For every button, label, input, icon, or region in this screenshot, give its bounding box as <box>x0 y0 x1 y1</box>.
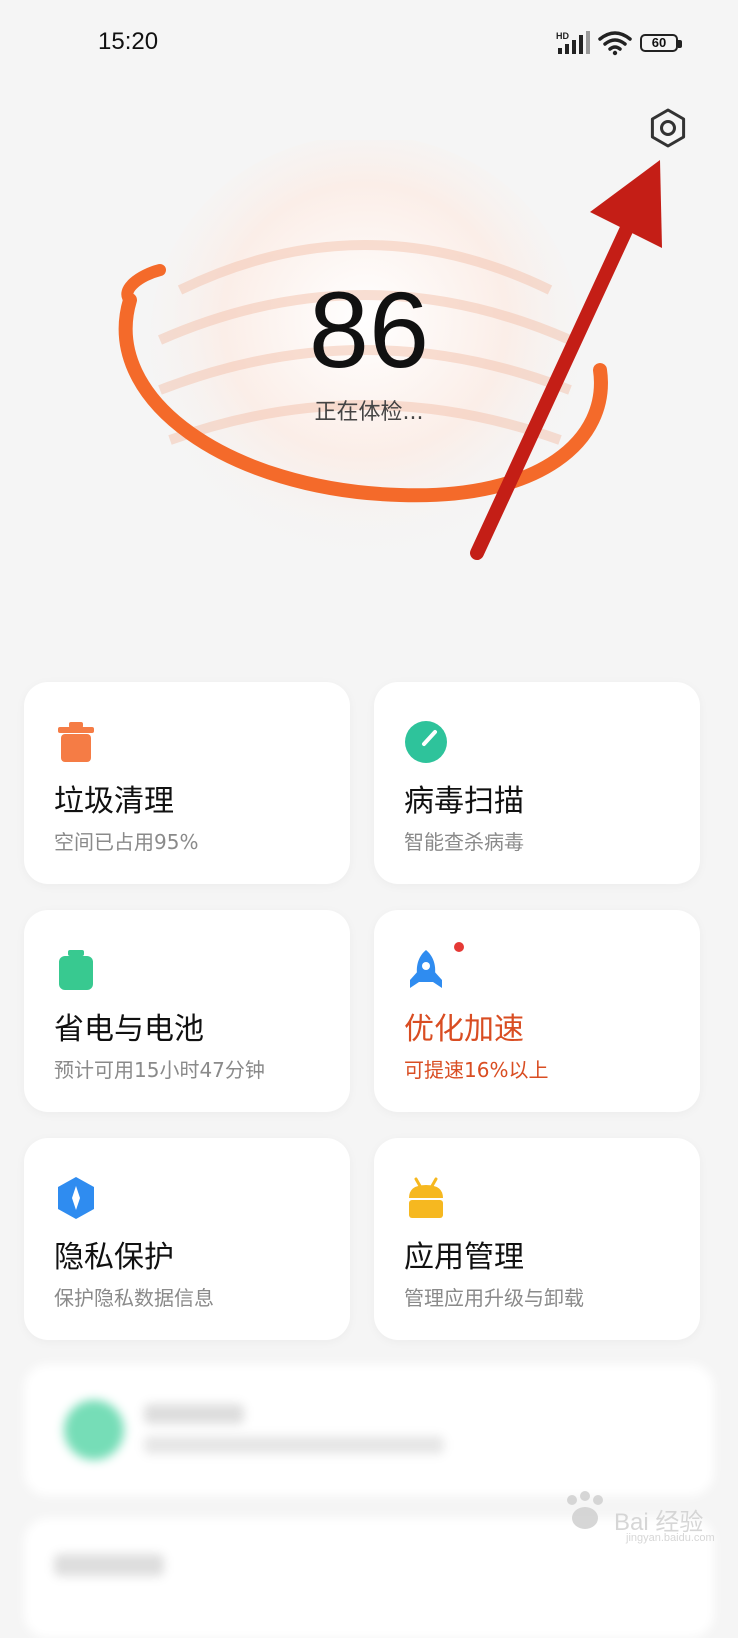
card-privacy-protection[interactable]: 隐私保护 保护隐私数据信息 <box>24 1138 350 1340</box>
shield-hexagon-icon <box>58 1177 94 1219</box>
card-title: 优化加速 <box>404 1012 524 1047</box>
status-bar: 15:20 HD 60 <box>0 0 738 90</box>
card-subtitle: 可提速16%以上 <box>404 1058 549 1082</box>
card-subtitle: 空间已占用95% <box>54 830 199 854</box>
network-type-label: HD <box>556 31 569 41</box>
wifi-icon <box>598 31 632 56</box>
card-title: 省电与电池 <box>54 1012 204 1047</box>
blurred-feature-card <box>24 1364 714 1496</box>
card-power-battery[interactable]: 省电与电池 预计可用15小时47分钟 <box>24 910 350 1112</box>
rocket-icon <box>410 950 442 988</box>
status-time: 15:20 <box>98 28 159 55</box>
gear-hexagon-icon <box>650 108 686 148</box>
battery-level: 60 <box>651 35 667 50</box>
card-title: 病毒扫描 <box>404 784 524 819</box>
trash-can-icon <box>58 722 94 762</box>
card-title: 垃圾清理 <box>54 784 174 819</box>
watermark-url: jingyan.baidu.com <box>626 1532 715 1544</box>
notification-dot <box>454 942 464 952</box>
baidu-watermark: Bai 经验 jingyan.baidu.com <box>552 1486 715 1546</box>
card-junk-cleanup[interactable]: 垃圾清理 空间已占用95% <box>24 682 350 884</box>
card-subtitle: 管理应用升级与卸载 <box>404 1286 584 1310</box>
card-subtitle: 智能查杀病毒 <box>404 830 524 854</box>
card-subtitle: 预计可用15小时47分钟 <box>54 1058 265 1082</box>
card-title: 隐私保护 <box>54 1240 174 1275</box>
card-app-management[interactable]: 应用管理 管理应用升级与卸载 <box>374 1138 700 1340</box>
scan-status-text: 正在体检... <box>314 400 424 425</box>
android-app-icon <box>409 1177 443 1218</box>
cellular-signal-icon: HD <box>556 31 590 54</box>
scan-gauge-icon <box>405 721 447 763</box>
battery-indicator: 60 <box>640 34 684 56</box>
battery-icon <box>59 950 93 990</box>
card-subtitle: 保护隐私数据信息 <box>54 1286 214 1310</box>
card-virus-scan[interactable]: 病毒扫描 智能查杀病毒 <box>374 682 700 884</box>
settings-button[interactable] <box>646 106 690 150</box>
card-optimize-speed[interactable]: 优化加速 可提速16%以上 <box>374 910 700 1112</box>
card-title: 应用管理 <box>404 1240 524 1275</box>
paw-logo-icon <box>567 1491 603 1529</box>
health-score: 86 <box>308 269 430 390</box>
